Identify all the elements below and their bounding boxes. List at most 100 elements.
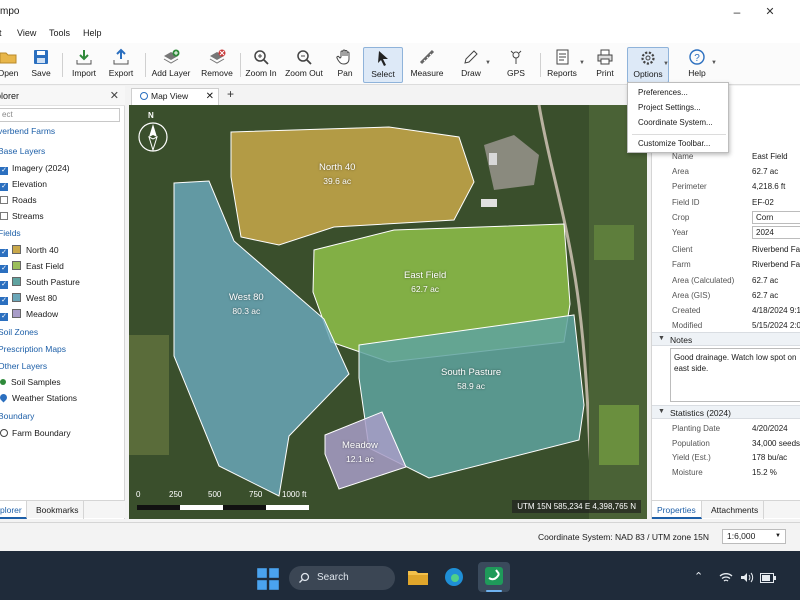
options-dropdown-icon[interactable]: ▼ [663, 61, 669, 67]
checkbox-checked[interactable]: ✓ [0, 313, 8, 321]
tab-bookmarks[interactable]: Bookmarks [32, 501, 84, 519]
add-layer-button[interactable]: Add Layer [150, 47, 192, 83]
tree-item-imagery[interactable]: ✓ Imagery (2024) [0, 163, 70, 177]
tree-item-north-40[interactable]: ✓ North 40 [0, 245, 59, 259]
property-key: Crop [672, 212, 690, 222]
tree-item-south-pasture[interactable]: ✓ South Pasture [0, 277, 80, 291]
tree-group-soil-zones[interactable]: Soil Zones [0, 327, 38, 341]
tree-root-farm[interactable]: verbend Farms [0, 126, 55, 140]
property-key: Area (GIS) [672, 290, 711, 300]
minimize-icon[interactable]: – [729, 4, 745, 20]
select-button[interactable]: Select [363, 47, 403, 83]
property-value: Riverbend Far [752, 260, 800, 270]
map-canvas[interactable]: N North 40 39.6 ac East Field 62.7 ac West… [129, 105, 647, 519]
volume-icon[interactable] [740, 572, 754, 583]
menu-item-coordinate-system[interactable]: Coordinate System... [638, 118, 713, 127]
tree-item-east-field[interactable]: ✓ East Field [0, 261, 64, 275]
edge-browser-icon[interactable] [444, 567, 464, 587]
tree-item-roads[interactable]: Roads [0, 195, 37, 209]
pan-button[interactable]: Pan [333, 47, 357, 83]
property-key: Year [672, 228, 689, 237]
close-icon[interactable]: ✕ [762, 4, 778, 20]
zoom-out-button[interactable]: Zoom Out [284, 47, 324, 83]
property-row: Farm Riverbend Far [652, 258, 800, 272]
help-dropdown-icon[interactable]: ▼ [711, 60, 717, 66]
start-icon[interactable] [256, 567, 280, 591]
close-icon[interactable]: ✕ [206, 89, 214, 104]
chevron-up-icon[interactable]: ⌃ [694, 570, 703, 583]
reports-button[interactable]: Reports ▼ [546, 47, 585, 83]
tree-item-farm-boundary[interactable]: Farm Boundary [0, 428, 71, 442]
menu-tools[interactable]: Tools [49, 28, 70, 38]
tab-map-view[interactable]: Map View ✕ [131, 88, 219, 105]
explorer-tabs: plorer Bookmarks [0, 500, 125, 519]
gps-button[interactable]: GPS [505, 47, 527, 83]
draw-button[interactable]: Draw ▼ [458, 47, 491, 83]
taskbar-search[interactable]: Search [289, 566, 395, 590]
tree-item-meadow[interactable]: ✓ Meadow [0, 309, 58, 323]
tree-group-boundary[interactable]: Boundary [0, 411, 34, 425]
file-explorer-icon[interactable] [407, 567, 429, 587]
menu-view[interactable]: View [17, 28, 36, 38]
tree-item-streams[interactable]: Streams [0, 211, 44, 225]
map-scale-select[interactable]: 1:6,000 ▼ [722, 529, 786, 544]
draw-dropdown-icon[interactable]: ▼ [485, 60, 491, 66]
scale-bar [137, 505, 309, 510]
menu-file[interactable]: t [0, 28, 2, 38]
checkbox-unchecked[interactable] [0, 212, 8, 220]
tree-item-elevation[interactable]: ✓ Elevation [0, 179, 47, 193]
tree-item-soil-samples[interactable]: Soil Samples [0, 377, 61, 391]
remove-layer-button[interactable]: Remove [199, 47, 235, 83]
mapping-app-icon[interactable] [484, 566, 504, 586]
checkbox-checked[interactable]: ✓ [0, 297, 8, 305]
statistic-value: 34,000 seeds/ [752, 438, 800, 448]
print-button[interactable]: Print [592, 47, 618, 83]
battery-icon[interactable] [760, 573, 776, 583]
checkbox-checked[interactable]: ✓ [0, 265, 8, 273]
help-button[interactable]: ? Help ▼ [684, 47, 717, 83]
notes-section-header[interactable]: ▼ Notes [652, 332, 800, 346]
menu-item-customize-toolbar[interactable]: Customize Toolbar... [638, 139, 710, 148]
tab-explorer[interactable]: plorer [0, 501, 27, 519]
property-row: Year 2024 [652, 226, 800, 240]
checkbox-checked[interactable]: ✓ [0, 183, 8, 191]
gps-icon [510, 50, 522, 64]
checkbox-checked[interactable]: ✓ [0, 167, 8, 175]
save-button[interactable]: Save [27, 47, 55, 83]
zoom-in-button[interactable]: Zoom In [245, 47, 277, 83]
add-tab-button[interactable]: + [227, 87, 234, 101]
menu-item-preferences[interactable]: Preferences... [638, 88, 688, 97]
property-input[interactable]: 2024 [752, 226, 800, 239]
tree-item-west-80[interactable]: ✓ West 80 [0, 293, 57, 307]
tree-group-fields[interactable]: Fields [0, 228, 21, 242]
reports-dropdown-icon[interactable]: ▼ [579, 60, 585, 66]
import-button[interactable]: Import [68, 47, 100, 83]
checkbox-unchecked[interactable] [0, 196, 8, 204]
statistics-section-header[interactable]: ▼ Statistics (2024) [652, 405, 800, 419]
menu-item-project-settings[interactable]: Project Settings... [638, 103, 701, 112]
statistic-value: 178 bu/ac [752, 453, 788, 462]
measure-button[interactable]: Measure [410, 47, 444, 83]
wifi-icon[interactable] [719, 572, 733, 583]
menu-help[interactable]: Help [83, 28, 102, 38]
notes-field[interactable]: Good drainage. Watch low spot on east si… [670, 348, 800, 402]
tree-item-weather-stations[interactable]: Weather Stations [0, 392, 77, 407]
coordinate-system-status: Coordinate System: NAD 83 / UTM zone 15N [538, 532, 710, 542]
tree-group-base-layers[interactable]: Base Layers [0, 146, 45, 160]
north-label: N [148, 111, 154, 120]
export-button[interactable]: Export [104, 47, 138, 83]
options-button[interactable]: Options ▼ [627, 47, 669, 83]
checkbox-checked[interactable]: ✓ [0, 249, 8, 257]
explorer-search-input[interactable]: ect [0, 108, 120, 122]
tab-properties[interactable]: Properties [652, 501, 702, 519]
help-icon: ? [689, 49, 705, 65]
property-value: EF-02 [752, 197, 774, 207]
close-icon[interactable]: ✕ [110, 89, 119, 102]
coordinate-readout: UTM 15N 585,234 E 4,398,765 N [512, 500, 641, 513]
checkbox-checked[interactable]: ✓ [0, 281, 8, 289]
tab-attachments[interactable]: Attachments [706, 501, 765, 519]
property-input[interactable]: Corn [752, 210, 800, 224]
open-button[interactable]: Open [0, 47, 22, 83]
tree-group-prescription-maps[interactable]: Prescription Maps [0, 344, 66, 358]
tree-group-other-layers[interactable]: Other Layers [0, 361, 47, 375]
